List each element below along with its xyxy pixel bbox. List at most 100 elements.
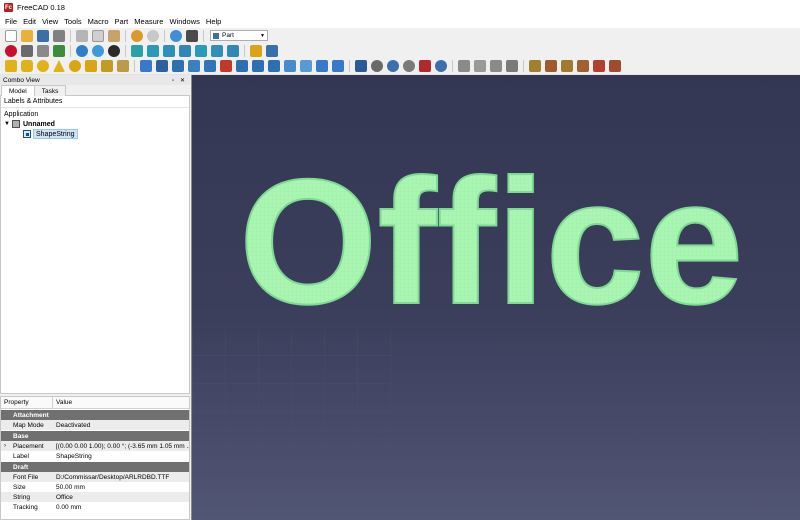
torus-icon[interactable] bbox=[69, 60, 81, 72]
tube-icon[interactable] bbox=[85, 60, 97, 72]
tree-item-shapestring[interactable]: ShapeString bbox=[1, 129, 189, 139]
shape-builder-icon[interactable] bbox=[117, 60, 129, 72]
bottom-view-icon[interactable] bbox=[211, 44, 223, 57]
record-macro-icon[interactable] bbox=[5, 44, 17, 57]
toggle-3d-icon[interactable] bbox=[545, 60, 557, 72]
property-value[interactable]: Office bbox=[53, 494, 189, 501]
copy-icon[interactable] bbox=[92, 29, 104, 42]
front-view-icon[interactable] bbox=[147, 44, 159, 57]
menu-file[interactable]: File bbox=[2, 17, 20, 26]
menu-view[interactable]: View bbox=[39, 17, 61, 26]
3d-viewport[interactable]: Office Office bbox=[191, 75, 800, 520]
cone-icon[interactable] bbox=[53, 60, 65, 72]
sphere-icon[interactable] bbox=[37, 60, 49, 72]
common-icon[interactable] bbox=[403, 60, 415, 72]
property-value[interactable]: D:/Commissar/Desktop/ARLRDBD.TTF bbox=[53, 474, 189, 481]
property-row-tracking[interactable]: Tracking 0.00 mm bbox=[1, 502, 189, 512]
property-row-placement[interactable]: › Placement [(0.00 0.00 1.00); 0.00 °; (-… bbox=[1, 441, 189, 451]
whats-this-icon[interactable] bbox=[186, 29, 198, 42]
measure-linear-icon[interactable] bbox=[458, 60, 470, 72]
toggle-delta-icon[interactable] bbox=[561, 60, 573, 72]
join-icon[interactable] bbox=[435, 60, 447, 72]
property-row-label[interactable]: Label ShapeString bbox=[1, 451, 189, 461]
run-macro-icon[interactable] bbox=[53, 44, 65, 57]
cut-shape-icon[interactable] bbox=[371, 60, 383, 72]
extrude-icon[interactable] bbox=[140, 60, 152, 72]
thickness-icon[interactable] bbox=[332, 60, 344, 72]
isometric-view-icon[interactable] bbox=[131, 44, 143, 57]
group-base[interactable]: Base bbox=[1, 431, 189, 441]
property-row-size[interactable]: Size 50.00 mm bbox=[1, 482, 189, 492]
primitives-icon[interactable] bbox=[101, 60, 113, 72]
split-icon[interactable] bbox=[419, 60, 431, 72]
cube-icon[interactable] bbox=[5, 60, 17, 72]
clear-all-icon[interactable] bbox=[593, 60, 605, 72]
refresh-icon[interactable] bbox=[170, 29, 182, 42]
menu-macro[interactable]: Macro bbox=[85, 17, 112, 26]
mirror-icon[interactable] bbox=[172, 60, 184, 72]
tree-header[interactable]: Labels & Attributes bbox=[1, 96, 189, 108]
offset-icon[interactable] bbox=[316, 60, 328, 72]
open-folder-icon[interactable] bbox=[21, 29, 33, 42]
property-value[interactable]: [(0.00 0.00 1.00); 0.00 °; (-3.65 mm 1.0… bbox=[53, 443, 189, 450]
make-face-icon[interactable] bbox=[220, 60, 232, 72]
revolve-icon[interactable] bbox=[156, 60, 168, 72]
menu-edit[interactable]: Edit bbox=[20, 17, 39, 26]
menu-measure[interactable]: Measure bbox=[131, 17, 166, 26]
undo-icon[interactable] bbox=[131, 29, 143, 42]
loft-icon[interactable] bbox=[252, 60, 264, 72]
new-document-icon[interactable] bbox=[5, 29, 17, 42]
stop-macro-icon[interactable] bbox=[21, 44, 33, 57]
menu-tools[interactable]: Tools bbox=[61, 17, 85, 26]
right-view-icon[interactable] bbox=[179, 44, 191, 57]
save-icon[interactable] bbox=[37, 29, 49, 42]
column-property[interactable]: Property bbox=[1, 397, 53, 408]
property-value[interactable]: Deactivated bbox=[53, 422, 189, 429]
left-view-icon[interactable] bbox=[227, 44, 239, 57]
boolean-icon[interactable] bbox=[355, 60, 367, 72]
group-folder-icon[interactable] bbox=[266, 44, 278, 57]
measure-refresh-icon[interactable] bbox=[490, 60, 502, 72]
menu-windows[interactable]: Windows bbox=[166, 17, 202, 26]
section-icon[interactable] bbox=[284, 60, 296, 72]
part-container-icon[interactable] bbox=[250, 44, 262, 57]
panel-controls-icon[interactable]: ▫ ✕ bbox=[172, 77, 187, 84]
paste-icon[interactable] bbox=[108, 29, 120, 42]
tab-model[interactable]: Model bbox=[1, 85, 35, 96]
fit-all-icon[interactable] bbox=[76, 44, 88, 57]
property-row-map-mode[interactable]: Map Mode Deactivated bbox=[1, 420, 189, 430]
menu-part[interactable]: Part bbox=[112, 17, 132, 26]
group-draft[interactable]: Draft bbox=[1, 462, 189, 472]
ruled-surface-icon[interactable] bbox=[236, 60, 248, 72]
measure-angular-icon[interactable] bbox=[474, 60, 486, 72]
draw-style-icon[interactable] bbox=[108, 44, 120, 57]
fit-selection-icon[interactable] bbox=[92, 44, 104, 57]
toggle-measure-icon[interactable] bbox=[529, 60, 541, 72]
cut-icon[interactable] bbox=[76, 29, 88, 42]
property-value[interactable]: 50.00 mm bbox=[53, 484, 189, 491]
cylinder-icon[interactable] bbox=[21, 60, 33, 72]
top-view-icon[interactable] bbox=[163, 44, 175, 57]
print-icon[interactable] bbox=[53, 29, 65, 42]
sweep-icon[interactable] bbox=[268, 60, 280, 72]
workbench-selector[interactable]: Part ▼ bbox=[210, 30, 268, 41]
chevron-down-icon[interactable]: ▼ bbox=[4, 121, 12, 127]
property-value[interactable]: 0.00 mm bbox=[53, 504, 189, 511]
redo-icon[interactable] bbox=[147, 29, 159, 42]
menu-help[interactable]: Help bbox=[203, 17, 224, 26]
edit-macro-icon[interactable] bbox=[37, 44, 49, 57]
cross-sections-icon[interactable] bbox=[300, 60, 312, 72]
rear-view-icon[interactable] bbox=[195, 44, 207, 57]
tab-tasks[interactable]: Tasks bbox=[33, 85, 67, 96]
group-attachment[interactable]: Attachment bbox=[1, 410, 189, 420]
column-value[interactable]: Value bbox=[53, 399, 72, 406]
chamfer-icon[interactable] bbox=[204, 60, 216, 72]
property-row-font-file[interactable]: Font File D:/Commissar/Desktop/ARLRDBD.T… bbox=[1, 472, 189, 482]
chevron-right-icon[interactable]: › bbox=[4, 443, 6, 449]
tree-item-document[interactable]: ▼ Unnamed bbox=[1, 119, 189, 129]
fuse-icon[interactable] bbox=[387, 60, 399, 72]
toggle-all-icon[interactable] bbox=[577, 60, 589, 72]
fillet-icon[interactable] bbox=[188, 60, 200, 72]
property-value[interactable]: ShapeString bbox=[53, 453, 189, 460]
property-row-string[interactable]: String Office bbox=[1, 492, 189, 502]
